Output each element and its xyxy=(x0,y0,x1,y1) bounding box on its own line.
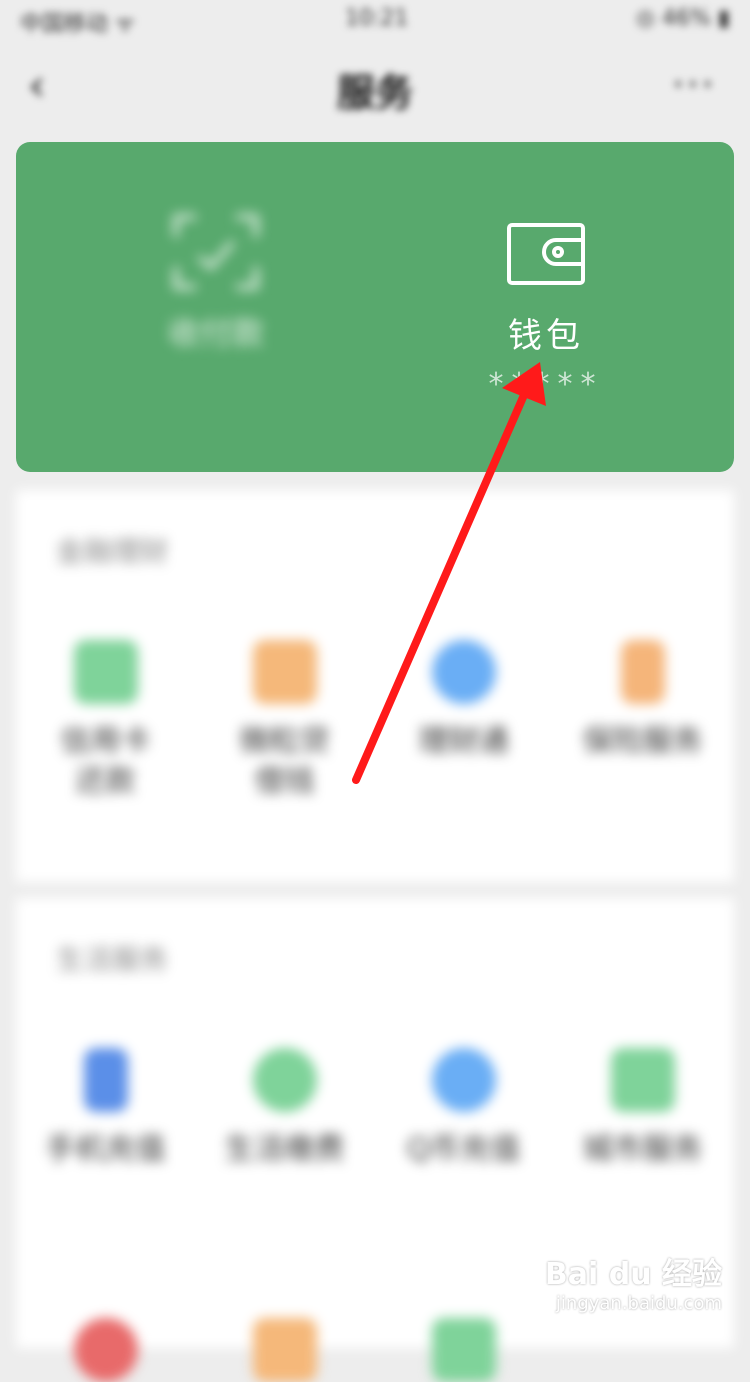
carrier-label: 中国移动 ᯤ xyxy=(20,12,136,37)
item-label: 城市服务 xyxy=(582,1132,703,1167)
item-label: 生活缴费 xyxy=(224,1132,345,1167)
weilidai-loan-button[interactable]: 微粒贷 借钱 xyxy=(195,640,374,802)
more-icon[interactable]: ··· xyxy=(672,62,716,108)
watermark-url: jingyan.baidu.com xyxy=(555,1293,722,1314)
partial-icon xyxy=(252,1318,317,1382)
page-title: 服务 xyxy=(336,71,413,115)
wallet-card: 收付款 钱包 ***** xyxy=(16,142,734,472)
loan-icon xyxy=(252,640,317,704)
scan-icon xyxy=(173,214,259,290)
credit-card-repay-button[interactable]: 信用卡 还款 xyxy=(16,640,195,802)
section-title: 金融理财 xyxy=(56,535,169,568)
licaitong-button[interactable]: 理财通 xyxy=(374,640,553,802)
status-bar: 中国移动 ᯤ 10:21 ◎ 46% ▮ xyxy=(0,0,750,40)
qcoin-topup-button[interactable]: Q币充值 xyxy=(374,1048,553,1170)
watermark: Bai du 经验 jingyan.baidu.com xyxy=(545,1249,722,1314)
wallet-balance: ***** xyxy=(488,367,604,402)
qq-icon xyxy=(431,1048,496,1112)
wallet-icon xyxy=(507,223,585,285)
partial-icon xyxy=(431,1318,496,1382)
insurance-button[interactable]: 保险服务 xyxy=(553,640,732,802)
wallet-label: 钱包 xyxy=(508,316,584,356)
status-time: 10:21 xyxy=(345,6,409,31)
item-label: 保险服务 xyxy=(582,724,703,759)
item-label: 手机充值 xyxy=(45,1132,166,1167)
phone-topup-button[interactable]: 手机充值 xyxy=(16,1048,195,1170)
phone-icon xyxy=(83,1048,128,1112)
insurance-icon xyxy=(620,640,665,704)
item-label: 微粒贷 借钱 xyxy=(239,724,330,799)
watermark-logo: Bai du 经验 xyxy=(544,1257,722,1292)
partial-icon xyxy=(73,1318,138,1382)
city-icon xyxy=(610,1048,675,1112)
pay-label: 收付款 xyxy=(167,314,264,352)
item-label: 理财通 xyxy=(418,724,509,759)
item-label: Q币充值 xyxy=(406,1132,521,1167)
battery-indicator: ◎ 46% ▮ xyxy=(635,6,730,31)
section-title: 生活服务 xyxy=(56,943,169,976)
city-services-button[interactable]: 城市服务 xyxy=(553,1048,732,1170)
bills-icon xyxy=(252,1048,317,1112)
item-label: 信用卡 还款 xyxy=(60,724,151,799)
credit-card-icon xyxy=(73,640,138,704)
utility-bills-button[interactable]: 生活缴费 xyxy=(195,1048,374,1170)
finance-section: 金融理财 信用卡 还款 微粒贷 借钱 理财通 保险服务 xyxy=(16,490,734,882)
pay-button[interactable]: 收付款 xyxy=(126,212,306,354)
nav-bar: ‹ 服务 ··· xyxy=(0,40,750,130)
wallet-button[interactable]: 钱包 ***** xyxy=(466,222,626,402)
wealth-icon xyxy=(431,640,496,704)
